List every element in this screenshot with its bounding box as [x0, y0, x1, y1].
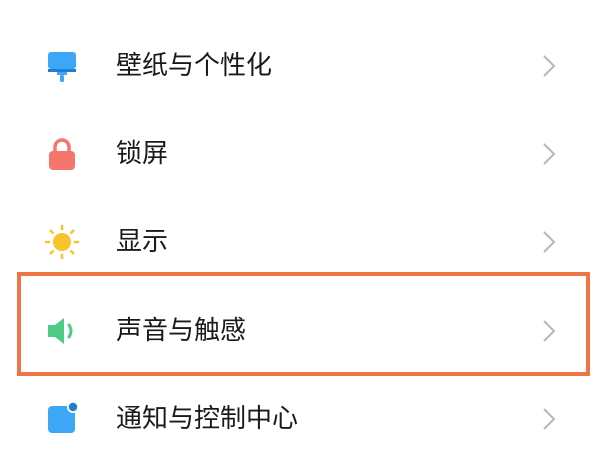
settings-item-label: 显示 [116, 227, 169, 257]
settings-item-lock-screen[interactable]: 锁屏 [0, 110, 600, 198]
notification-icon [44, 401, 80, 437]
settings-item-label: 锁屏 [116, 139, 169, 169]
settings-item-label: 壁纸与个性化 [116, 51, 273, 81]
settings-item-display[interactable]: 显示 [0, 198, 600, 286]
sun-icon [44, 224, 80, 260]
chevron-right-icon [539, 229, 559, 255]
speaker-icon [44, 313, 80, 349]
chevron-right-icon [539, 318, 559, 344]
chevron-right-icon [539, 406, 559, 432]
settings-item-sound-haptics[interactable]: 声音与触感 [0, 287, 600, 375]
chevron-right-icon [539, 53, 559, 79]
paint-roller-icon [44, 48, 80, 84]
settings-list: 壁纸与个性化 锁屏 显示 声音与触感 通知与控制中心 [0, 0, 600, 450]
settings-item-wallpaper-personalization[interactable]: 壁纸与个性化 [0, 22, 600, 110]
chevron-right-icon [539, 141, 559, 167]
lock-icon [44, 136, 80, 172]
settings-item-label: 声音与触感 [116, 316, 247, 346]
